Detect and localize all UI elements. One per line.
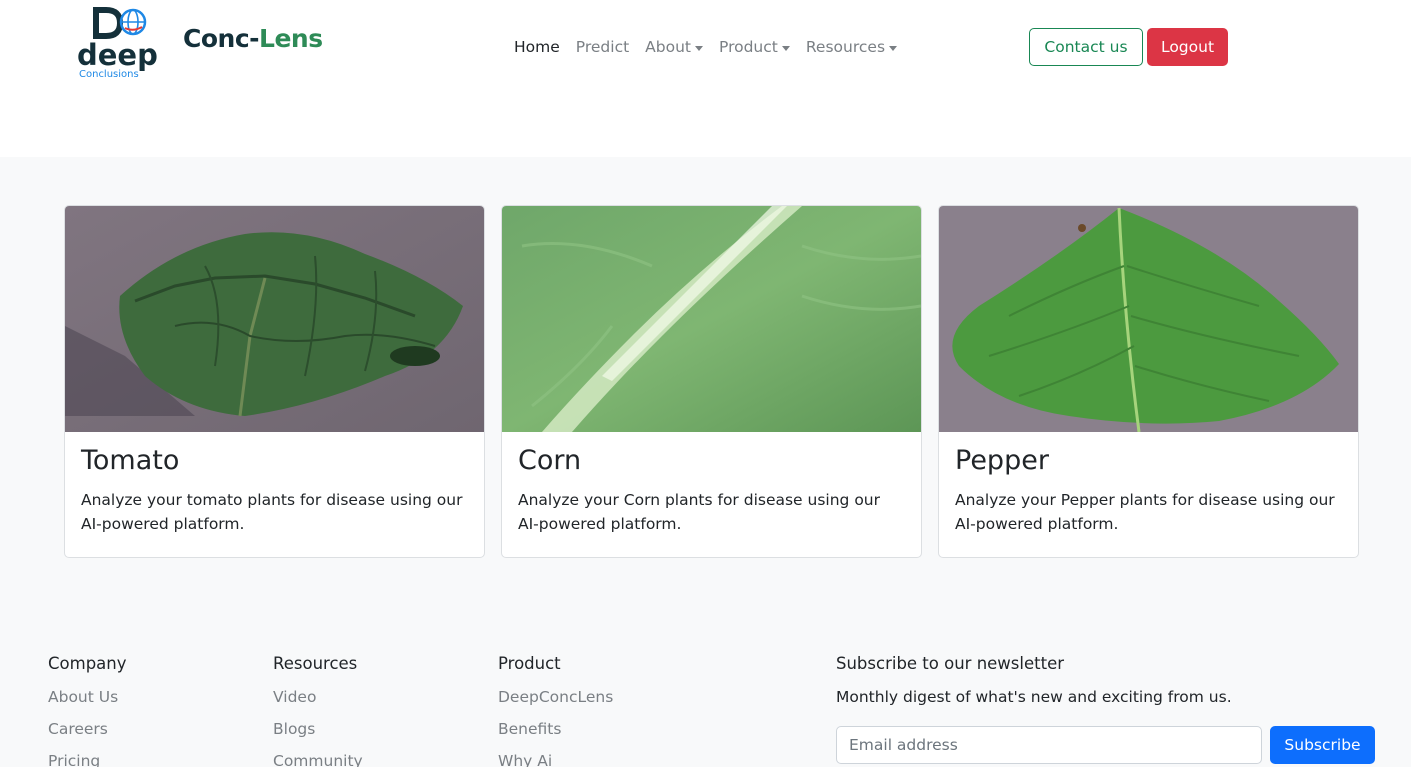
card-title: Pepper xyxy=(955,445,1049,476)
nav-home-label: Home xyxy=(514,38,560,56)
footer-heading: Company xyxy=(48,654,127,673)
footer-link-benefits[interactable]: Benefits xyxy=(498,717,613,749)
footer-link-community[interactable]: Community xyxy=(273,749,363,767)
footer-link-blogs[interactable]: Blogs xyxy=(273,717,363,749)
footer-resources: Resources Video Blogs Community xyxy=(273,652,363,767)
nav-home[interactable]: Home xyxy=(506,38,568,56)
footer-heading: Product xyxy=(498,654,561,673)
crop-card-pepper[interactable]: Pepper Analyze your Pepper plants for di… xyxy=(938,205,1359,558)
footer-link-about-us[interactable]: About Us xyxy=(48,685,127,717)
card-description: Analyze your Corn plants for disease usi… xyxy=(518,491,880,533)
brand-title-part2: Lens xyxy=(259,24,323,53)
logo-text: deep xyxy=(77,38,158,72)
logo-subtext: Conclusions xyxy=(79,69,139,80)
footer-link-why-ai[interactable]: Why Ai xyxy=(498,749,613,767)
nav-resources-label: Resources xyxy=(805,38,886,56)
footer-product: Product DeepConcLens Benefits Why Ai xyxy=(498,652,613,767)
subscribe-button[interactable]: Subscribe xyxy=(1270,726,1375,764)
crop-card-corn[interactable]: Corn Analyze your Corn plants for diseas… xyxy=(501,205,922,558)
footer-link-careers[interactable]: Careers xyxy=(48,717,127,749)
logout-button[interactable]: Logout xyxy=(1147,28,1228,66)
card-description: Analyze your tomato plants for disease u… xyxy=(81,491,463,533)
crop-card-tomato[interactable]: Tomato Analyze your tomato plants for di… xyxy=(64,205,485,558)
nav-about-label: About xyxy=(645,38,691,56)
footer-company: Company About Us Careers Pricing xyxy=(48,652,127,767)
nav-about-dropdown[interactable]: About xyxy=(637,38,711,56)
corn-leaf-image xyxy=(502,206,921,432)
card-description: Analyze your Pepper plants for disease u… xyxy=(955,491,1335,533)
pepper-leaf-image xyxy=(939,206,1358,432)
nav-resources-dropdown[interactable]: Resources xyxy=(798,38,905,56)
contact-us-button[interactable]: Contact us xyxy=(1029,28,1143,66)
caret-down-icon xyxy=(695,45,703,51)
newsletter-description: Monthly digest of what's new and excitin… xyxy=(836,688,1232,706)
caret-down-icon xyxy=(781,45,790,51)
deep-conclusions-logo[interactable]: deep Conclusions xyxy=(76,6,178,80)
card-title: Corn xyxy=(518,445,582,476)
card-title: Tomato xyxy=(81,445,180,476)
footer-link-pricing[interactable]: Pricing xyxy=(48,749,127,767)
tomato-leaf-image xyxy=(65,206,484,432)
brand-title-part1: Conc- xyxy=(183,24,260,53)
nav-product-label: Product xyxy=(719,38,778,56)
caret-down-icon xyxy=(889,45,898,51)
brand-title[interactable]: Conc-Lens xyxy=(183,24,323,53)
footer-link-video[interactable]: Video xyxy=(273,685,363,717)
footer-newsletter: Subscribe to our newsletter Monthly dige… xyxy=(836,652,1232,722)
main-nav: Home Predict About Product Resources xyxy=(506,36,905,58)
site-header: deep Conclusions Conc-Lens Home Predict … xyxy=(0,0,1411,157)
footer-heading: Resources xyxy=(273,654,358,673)
nav-predict-label: Predict xyxy=(575,38,630,56)
newsletter-heading: Subscribe to our newsletter xyxy=(836,654,1065,673)
newsletter-email-input[interactable] xyxy=(836,726,1262,764)
nav-predict[interactable]: Predict xyxy=(568,38,637,56)
nav-product-dropdown[interactable]: Product xyxy=(711,38,798,56)
footer-link-deepconclens[interactable]: DeepConcLens xyxy=(498,685,613,717)
